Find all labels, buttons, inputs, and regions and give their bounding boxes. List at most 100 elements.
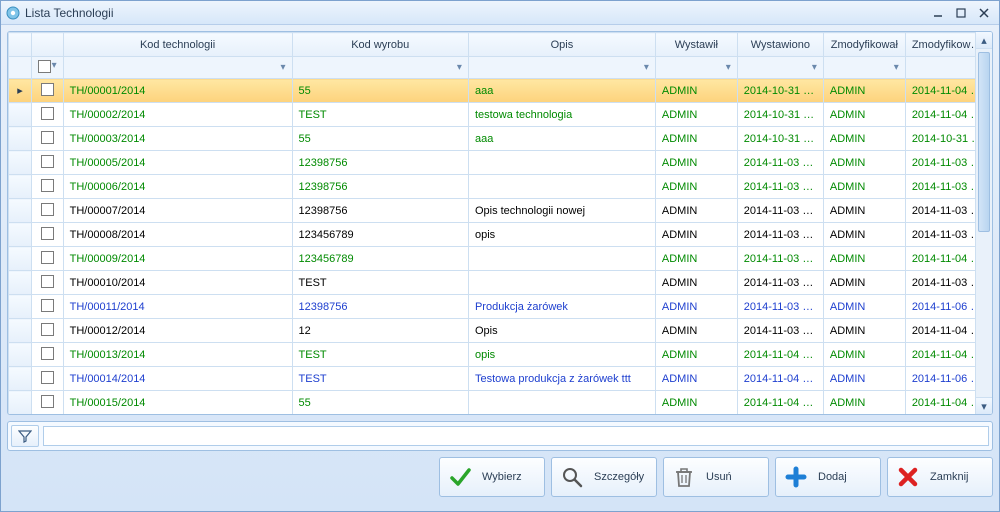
row-checkbox-cell[interactable]	[32, 271, 64, 295]
table-row[interactable]: TH/00010/2014TESTADMIN2014-11-03 0...ADM…	[9, 271, 992, 295]
table-row[interactable]: TH/00012/201412OpisADMIN2014-11-03 1...A…	[9, 319, 992, 343]
funnel-icon[interactable]: ▾	[457, 62, 462, 73]
app-icon	[5, 5, 21, 21]
cell-opis	[468, 175, 655, 199]
row-indicator	[9, 247, 32, 271]
table-row[interactable]: TH/00011/201412398756Produkcja żarówekAD…	[9, 295, 992, 319]
row-checkbox-cell[interactable]	[32, 199, 64, 223]
cell-zmodyfikowal: ADMIN	[823, 103, 905, 127]
filter-check-all[interactable]	[38, 60, 51, 73]
row-checkbox-cell[interactable]	[32, 247, 64, 271]
row-checkbox-cell[interactable]	[32, 295, 64, 319]
table-row[interactable]: TH/00015/201455ADMIN2014-11-04 1...ADMIN…	[9, 391, 992, 415]
filter-kod[interactable]: ▾	[63, 57, 292, 79]
scroll-down-arrow[interactable]: ▾	[976, 397, 992, 414]
row-checkbox[interactable]	[41, 323, 54, 336]
szczegoly-button[interactable]: Szczegóły	[551, 457, 657, 497]
row-checkbox[interactable]	[41, 251, 54, 264]
search-bar	[7, 421, 993, 451]
row-checkbox[interactable]	[41, 203, 54, 216]
filter-wystawil[interactable]: ▾	[655, 57, 737, 79]
cell-zmodyfikowal: ADMIN	[823, 319, 905, 343]
row-checkbox-cell[interactable]	[32, 367, 64, 391]
funnel-icon[interactable]: ▾	[52, 60, 57, 71]
maximize-button[interactable]	[950, 5, 972, 21]
cell-wystawiono: 2014-11-03 0...	[737, 247, 823, 271]
col-checkbox[interactable]	[32, 33, 64, 57]
row-checkbox[interactable]	[41, 371, 54, 384]
row-checkbox-cell[interactable]	[32, 175, 64, 199]
row-checkbox-cell[interactable]	[32, 103, 64, 127]
cell-wystawil: ADMIN	[655, 295, 737, 319]
filter-row: ▾ ▾ ▾ ▾ ▾ ▾ ▾ ▾	[9, 57, 992, 79]
row-checkbox[interactable]	[41, 131, 54, 144]
grid-scroll[interactable]: Kod technologii Kod wyrobu Opis Wystawił…	[8, 32, 992, 414]
funnel-icon[interactable]: ▾	[281, 62, 286, 73]
cell-wystawiono: 2014-11-03 0...	[737, 295, 823, 319]
row-checkbox[interactable]	[41, 395, 54, 408]
table-row[interactable]: TH/00005/201412398756ADMIN2014-11-03 0..…	[9, 151, 992, 175]
filter-button[interactable]	[11, 425, 39, 447]
row-checkbox[interactable]	[41, 299, 54, 312]
table-row[interactable]: TH/00014/2014TESTTestowa produkcja z żar…	[9, 367, 992, 391]
vertical-scrollbar[interactable]: ▴ ▾	[975, 32, 992, 414]
table-row[interactable]: ▸TH/00001/201455aaaADMIN2014-10-31 1...A…	[9, 79, 992, 103]
filter-opis[interactable]: ▾	[468, 57, 655, 79]
filter-checkbox[interactable]: ▾	[32, 57, 64, 79]
scroll-up-arrow[interactable]: ▴	[976, 32, 992, 49]
cell-wystawiono: 2014-11-03 0...	[737, 271, 823, 295]
table-row[interactable]: TH/00013/2014TESTopisADMIN2014-11-04 1..…	[9, 343, 992, 367]
row-checkbox[interactable]	[41, 347, 54, 360]
funnel-icon[interactable]: ▾	[812, 62, 817, 73]
button-label: Wybierz	[482, 471, 522, 483]
row-checkbox-cell[interactable]	[32, 319, 64, 343]
row-checkbox[interactable]	[41, 179, 54, 192]
row-checkbox-cell[interactable]	[32, 151, 64, 175]
col-zmodyfikowal[interactable]: Zmodyfikował	[823, 33, 905, 57]
funnel-icon[interactable]: ▾	[894, 62, 899, 73]
col-kod-technologii[interactable]: Kod technologii	[63, 33, 292, 57]
cell-wystawil: ADMIN	[655, 391, 737, 415]
scroll-thumb[interactable]	[978, 52, 990, 232]
table-row[interactable]: TH/00002/2014TESTtestowa technologiaADMI…	[9, 103, 992, 127]
row-checkbox-cell[interactable]	[32, 79, 64, 103]
minimize-button[interactable]	[927, 5, 949, 21]
cell-zmodyfikowal: ADMIN	[823, 223, 905, 247]
row-checkbox-cell[interactable]	[32, 127, 64, 151]
col-wystawiono[interactable]: Wystawiono	[737, 33, 823, 57]
filter-wyrob[interactable]: ▾	[292, 57, 468, 79]
row-checkbox-cell[interactable]	[32, 223, 64, 247]
cell-opis: Testowa produkcja z żarówek ttt	[468, 367, 655, 391]
row-checkbox-cell[interactable]	[32, 343, 64, 367]
col-indicator[interactable]	[9, 33, 32, 57]
filter-zmod[interactable]: ▾	[823, 57, 905, 79]
table-row[interactable]: TH/00006/201412398756ADMIN2014-11-03 0..…	[9, 175, 992, 199]
table-row[interactable]: TH/00007/201412398756Opis technologii no…	[9, 199, 992, 223]
cell-wystawil: ADMIN	[655, 199, 737, 223]
zamknij-button[interactable]: Zamknij	[887, 457, 993, 497]
row-checkbox[interactable]	[41, 227, 54, 240]
titlebar[interactable]: Lista Technologii	[1, 1, 999, 25]
row-indicator	[9, 319, 32, 343]
table-row[interactable]: TH/00008/2014123456789opisADMIN2014-11-0…	[9, 223, 992, 247]
filter-wystawiono[interactable]: ▾	[737, 57, 823, 79]
col-opis[interactable]: Opis	[468, 33, 655, 57]
funnel-icon[interactable]: ▾	[726, 62, 731, 73]
cell-kod: TH/00007/2014	[63, 199, 292, 223]
row-checkbox[interactable]	[41, 275, 54, 288]
row-checkbox[interactable]	[41, 155, 54, 168]
row-checkbox[interactable]	[41, 83, 54, 96]
table-row[interactable]: TH/00009/2014123456789ADMIN2014-11-03 0.…	[9, 247, 992, 271]
search-input[interactable]	[43, 426, 989, 446]
row-checkbox[interactable]	[41, 107, 54, 120]
close-button[interactable]	[973, 5, 995, 21]
funnel-icon[interactable]: ▾	[644, 62, 649, 73]
dodaj-button[interactable]: Dodaj	[775, 457, 881, 497]
row-checkbox-cell[interactable]	[32, 391, 64, 415]
col-wystawil[interactable]: Wystawił	[655, 33, 737, 57]
usun-button[interactable]: Usuń	[663, 457, 769, 497]
col-kod-wyrobu[interactable]: Kod wyrobu	[292, 33, 468, 57]
cell-wystawil: ADMIN	[655, 223, 737, 247]
table-row[interactable]: TH/00003/201455aaaADMIN2014-10-31 1...AD…	[9, 127, 992, 151]
wybierz-button[interactable]: Wybierz	[439, 457, 545, 497]
